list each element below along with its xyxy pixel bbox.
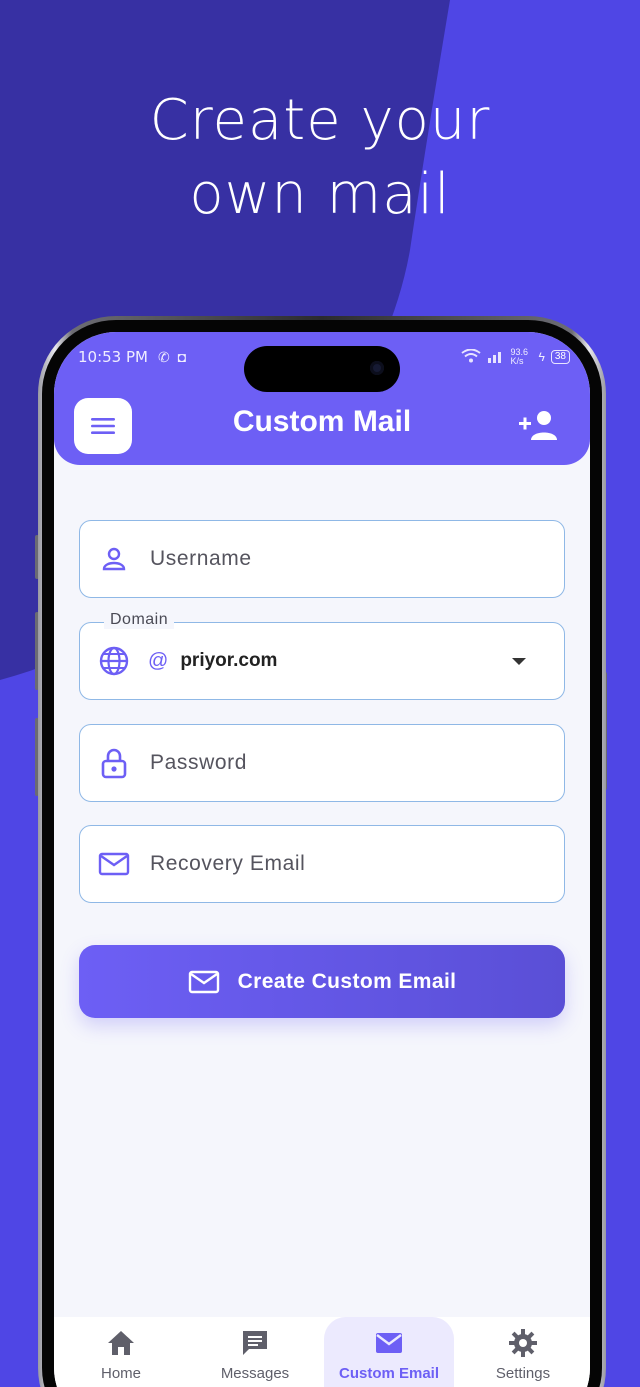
nav-label-settings: Settings (495, 1365, 551, 1382)
status-time: 10:53 PM (78, 348, 148, 366)
password-placeholder: Password (150, 751, 248, 774)
add-user-icon (519, 411, 557, 440)
mail-icon (98, 848, 130, 880)
battery-indicator: 38 (550, 350, 570, 364)
bottom-navigation: Home Messages Custom Email Settings (54, 1317, 590, 1387)
nav-label-custom-email: Custom Email (338, 1365, 440, 1382)
recovery-email-field[interactable]: Recovery Email (79, 825, 565, 903)
home-icon (108, 1331, 134, 1355)
nav-label-home: Home (100, 1365, 141, 1382)
username-field[interactable]: Username (79, 520, 565, 598)
nav-item-home[interactable]: Home (56, 1317, 186, 1387)
gear-icon (509, 1329, 537, 1357)
mail-icon (376, 1333, 402, 1353)
wifi-icon (460, 348, 481, 366)
chevron-down-icon (512, 658, 526, 665)
nav-item-custom-email[interactable]: Custom Email (324, 1317, 454, 1387)
username-placeholder: Username (150, 547, 252, 570)
missed-call-icon: ✆ (157, 348, 170, 365)
recovery-email-placeholder: Recovery Email (150, 852, 306, 875)
promo-line-1: Create your (149, 88, 491, 153)
nav-label-messages: Messages (220, 1365, 290, 1382)
net-speed: 93.6 K/s (510, 347, 529, 366)
create-custom-email-button[interactable]: Create Custom Email (79, 945, 565, 1018)
domain-select[interactable]: Domain @ priyor.com (79, 611, 565, 700)
promo-line-2: own mail (189, 162, 451, 227)
create-button-label: Create Custom Email (237, 969, 457, 993)
app-screen: 10:53 PM ✆ ◘ 93.6 K/s ϟ 38 Custom Mail U… (54, 332, 590, 1387)
charging-icon: ϟ (538, 350, 545, 364)
app-bar: 10:53 PM ✆ ◘ 93.6 K/s ϟ 38 Custom Mail (54, 332, 590, 465)
nav-item-settings[interactable]: Settings (458, 1317, 588, 1387)
promo-headline: Create your own mail (0, 84, 640, 232)
mail-icon (188, 970, 219, 993)
domain-label: Domain (104, 611, 175, 629)
phone-frame: 10:53 PM ✆ ◘ 93.6 K/s ϟ 38 Custom Mail U… (38, 316, 606, 1387)
front-camera (370, 361, 384, 375)
dynamic-island (244, 346, 400, 392)
nav-item-messages[interactable]: Messages (190, 1317, 320, 1387)
globe-icon (98, 645, 130, 677)
person-icon (98, 543, 130, 575)
app-notification-icon: ◘ (177, 348, 187, 365)
signal-icon (487, 349, 505, 366)
add-user-button[interactable] (518, 408, 560, 444)
domain-prefix: @ (148, 649, 169, 672)
domain-value: priyor.com (180, 650, 278, 671)
password-field[interactable]: Password (79, 724, 565, 802)
message-icon (243, 1331, 267, 1355)
lock-icon (98, 747, 130, 779)
app-title: Custom Mail (232, 405, 412, 438)
